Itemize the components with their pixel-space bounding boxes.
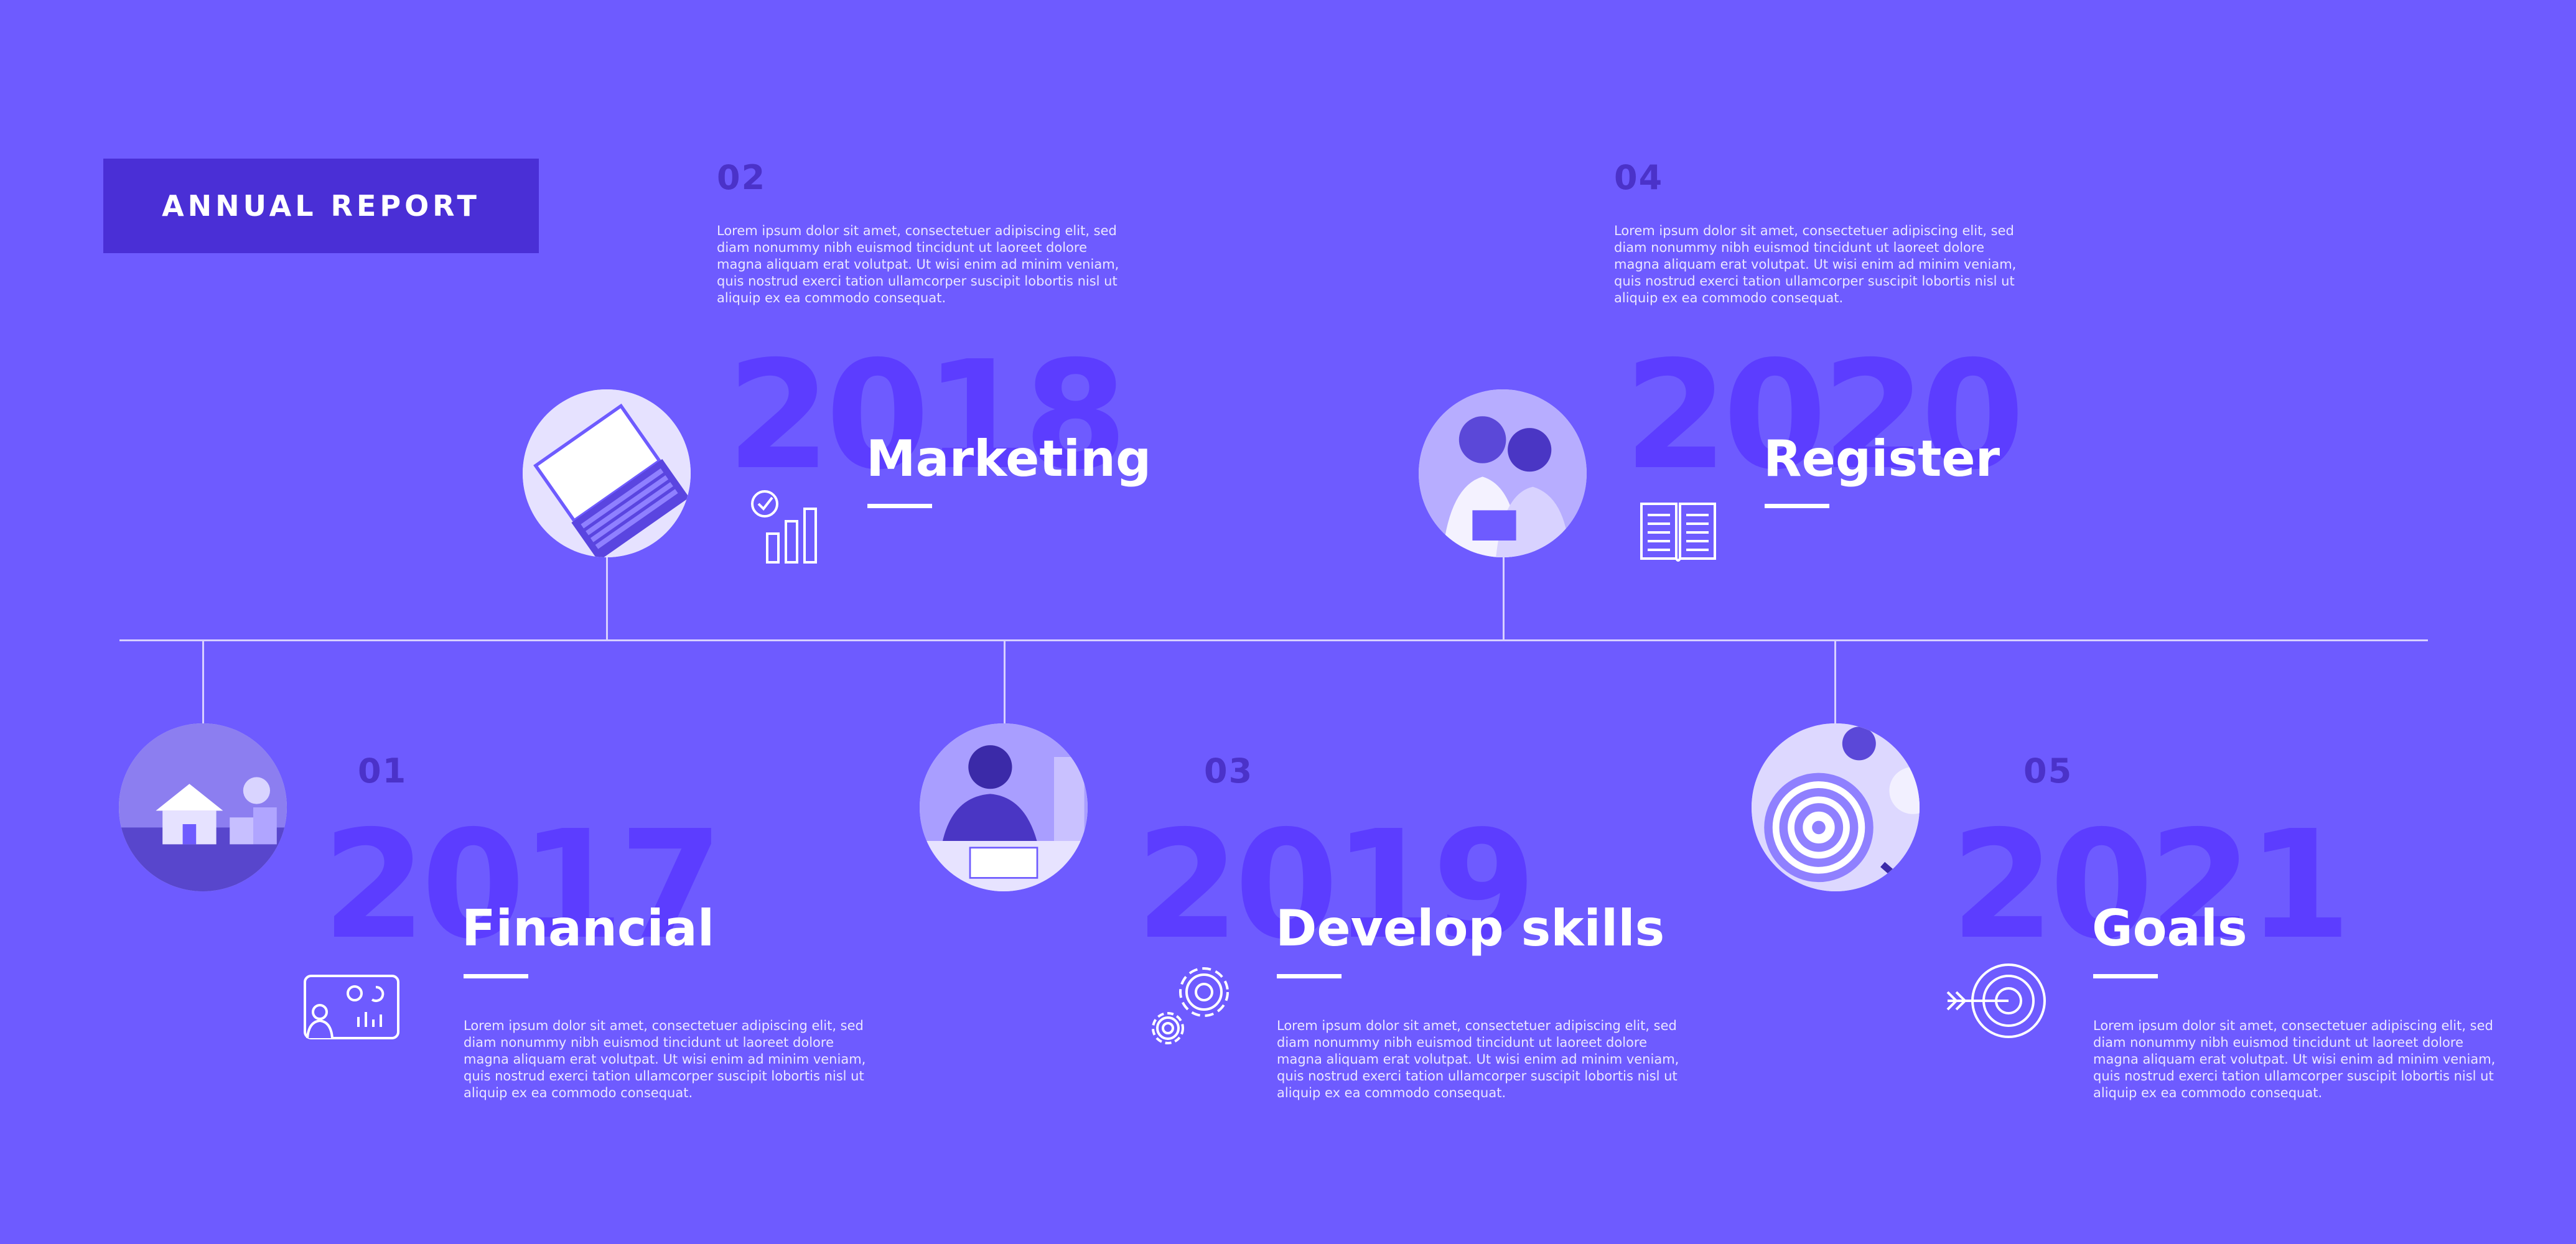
milestone-title: Goals — [2092, 899, 2247, 957]
finance-dashboard-icon — [304, 975, 399, 1039]
milestone-title: Register — [1763, 430, 2000, 488]
milestone-number: 01 — [358, 751, 408, 791]
two-women-photo-art — [1419, 389, 1587, 557]
connector-2017 — [202, 641, 204, 725]
title-underline — [1277, 974, 1342, 978]
connector-2018 — [606, 555, 608, 641]
title-underline — [867, 504, 932, 508]
gears-icon — [1152, 967, 1229, 1044]
target-arrow-icon — [1946, 963, 2046, 1038]
milestone-number: 03 — [1204, 751, 1254, 791]
milestone-description: Lorem ipsum dolor sit amet, consectetuer… — [2093, 1018, 2496, 1100]
milestone-description: Lorem ipsum dolor sit amet, consectetuer… — [1277, 1018, 1679, 1100]
dartboard-photo — [1752, 723, 1920, 891]
house-coins-photo — [119, 723, 287, 891]
growth-chart-icon — [751, 490, 817, 564]
laptop-photo-art — [523, 389, 691, 557]
dartboard-photo-art — [1752, 723, 1920, 891]
milestone-description: Lorem ipsum dolor sit amet, consectetuer… — [464, 1018, 866, 1100]
timeline-line — [119, 639, 2428, 641]
annual-report-badge: ANNUAL REPORT — [103, 159, 539, 253]
title-underline — [1765, 504, 1829, 508]
annual-report-timeline: ANNUAL REPORT 02 Lorem ipsum dolor sit a… — [0, 0, 2576, 1244]
milestone-number: 04 — [1614, 158, 1664, 197]
milestone-number: 02 — [717, 158, 767, 197]
connector-2019 — [1004, 641, 1006, 725]
man-studying-photo — [920, 723, 1088, 891]
connector-2021 — [1834, 641, 1836, 725]
badge-label: ANNUAL REPORT — [162, 189, 480, 223]
house-coins-photo-art — [119, 723, 287, 891]
connector-2020 — [1503, 555, 1505, 641]
title-underline — [464, 974, 528, 978]
milestone-description: Lorem ipsum dolor sit amet, consectetuer… — [717, 223, 1119, 305]
milestone-number: 05 — [2023, 751, 2073, 791]
laptop-photo — [523, 389, 691, 557]
milestone-title: Marketing — [866, 430, 1152, 488]
milestone-title: Financial — [462, 899, 715, 957]
man-studying-photo-art — [920, 723, 1088, 891]
two-women-tablet-photo — [1419, 389, 1587, 557]
milestone-description: Lorem ipsum dolor sit amet, consectetuer… — [1614, 223, 2017, 305]
title-underline — [2093, 974, 2158, 978]
milestone-title: Develop skills — [1276, 899, 1665, 957]
open-book-icon — [1640, 503, 1716, 562]
